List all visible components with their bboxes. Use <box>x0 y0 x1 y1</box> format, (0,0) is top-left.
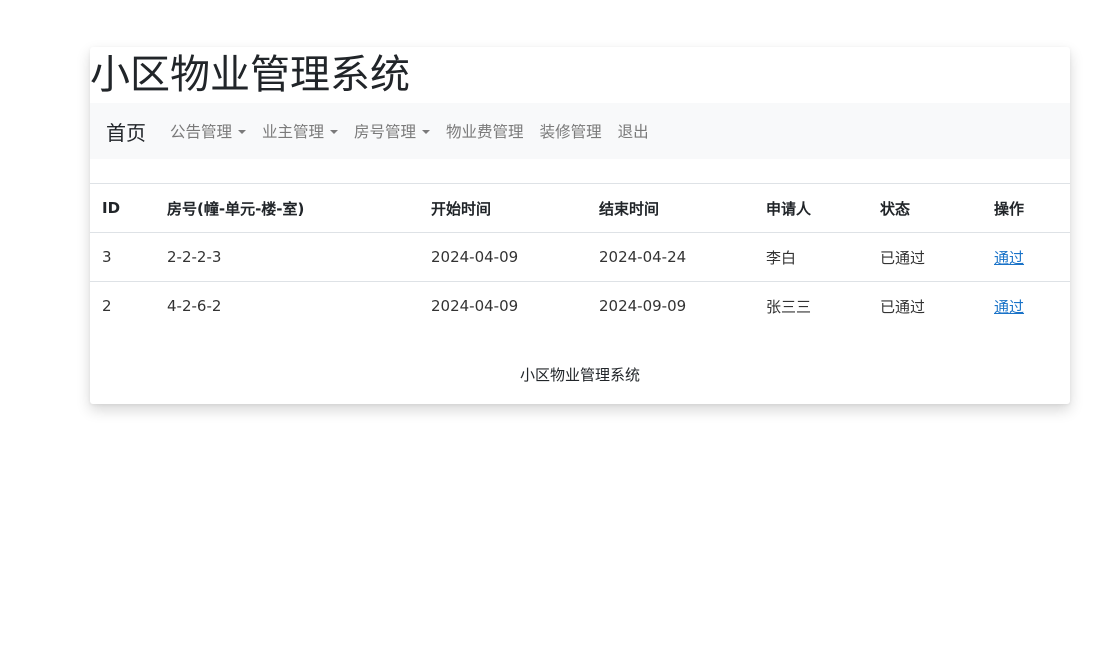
cell-start-time: 2024-04-09 <box>431 297 519 315</box>
cell-action: 通过 <box>982 282 1070 331</box>
renovation-table-container: ID 房号(幢-单元-楼-室) 开始时间 结束时间 申请人 状态 操作 3 2-… <box>90 183 1070 330</box>
cell-start-time: 2024-04-09 <box>419 232 587 282</box>
cell-applicant: 李白 <box>754 232 868 282</box>
nav-item-property-fee[interactable]: 物业费管理 <box>438 120 532 142</box>
column-header-room: 房号(幢-单元-楼-室) <box>155 183 419 233</box>
nav-item-logout[interactable]: 退出 <box>610 120 657 142</box>
column-header-status: 状态 <box>868 183 982 233</box>
nav-item-label: 物业费管理 <box>446 123 524 141</box>
nav-item-label: 公告管理 <box>170 123 233 141</box>
cell-status: 已通过 <box>880 297 926 316</box>
cell-applicant: 张三三 <box>766 297 812 316</box>
cell-end-time: 2024-09-09 <box>599 297 687 315</box>
caret-down-icon <box>330 130 339 134</box>
nav-item-label: 装修管理 <box>539 123 602 141</box>
page-title: 小区物业管理系统 <box>90 52 410 98</box>
nav-item-owners[interactable]: 业主管理 <box>254 120 346 142</box>
navbar: 首页 公告管理 业主管理 房号管理 物业费管理 装修管理 退出 <box>90 103 1070 159</box>
column-header-applicant: 申请人 <box>754 183 868 233</box>
cell-id: 3 <box>90 232 155 282</box>
cell-action: 通过 <box>982 232 1070 282</box>
nav-home-link[interactable]: 首页 <box>106 117 146 146</box>
nav-item-label: 房号管理 <box>354 123 417 141</box>
column-header-end-time: 结束时间 <box>587 183 754 233</box>
table-row: 2 4-2-6-2 2024-04-09 2024-09-09 张三三 已通过 … <box>90 282 1070 331</box>
main-card: 小区物业管理系统 首页 公告管理 业主管理 房号管理 物业费管理 装修管理 退出 <box>90 47 1070 404</box>
caret-down-icon <box>422 130 431 134</box>
column-header-id: ID <box>90 183 155 233</box>
cell-status: 已通过 <box>868 232 982 282</box>
cell-room: 4-2-6-2 <box>167 297 222 315</box>
cell-id: 2 <box>102 297 112 315</box>
nav-item-label: 业主管理 <box>262 123 325 141</box>
footer-text: 小区物业管理系统 <box>519 366 640 384</box>
table-header-row: ID 房号(幢-单元-楼-室) 开始时间 结束时间 申请人 状态 操作 <box>90 183 1070 233</box>
caret-down-icon <box>238 130 247 134</box>
column-header-start-time: 开始时间 <box>419 183 587 233</box>
nav-item-label: 退出 <box>617 123 649 141</box>
nav-item-announcements[interactable]: 公告管理 <box>162 120 254 142</box>
nav-item-rooms[interactable]: 房号管理 <box>346 120 438 142</box>
cell-end-time: 2024-04-24 <box>587 232 754 282</box>
approve-link[interactable]: 通过 <box>994 298 1024 316</box>
table-row: 3 2-2-2-3 2024-04-09 2024-04-24 李白 已通过 通… <box>90 232 1070 282</box>
renovation-table: ID 房号(幢-单元-楼-室) 开始时间 结束时间 申请人 状态 操作 3 2-… <box>90 183 1070 330</box>
column-header-action: 操作 <box>982 183 1070 233</box>
cell-room: 2-2-2-3 <box>155 232 419 282</box>
approve-link[interactable]: 通过 <box>994 249 1024 267</box>
nav-item-renovation[interactable]: 装修管理 <box>532 120 610 142</box>
